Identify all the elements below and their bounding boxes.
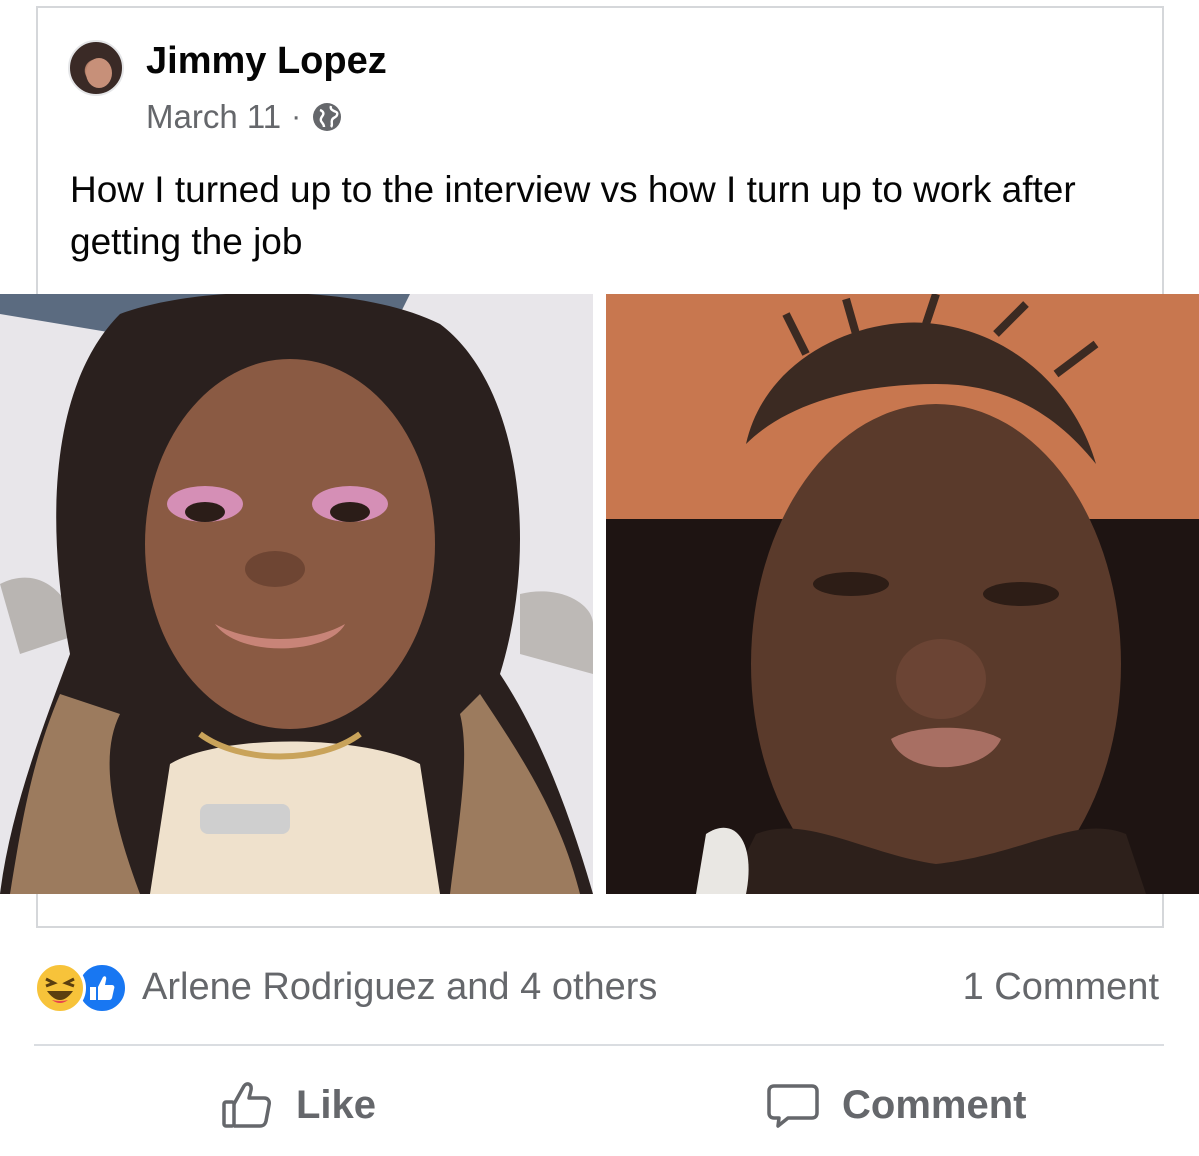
post-caption: How I turned up to the interview vs how … [70,169,1076,262]
post-author[interactable]: Jimmy Lopez [146,40,387,83]
meta-separator: · [291,100,302,133]
reaction-icons[interactable] [34,962,128,1014]
reactors-text[interactable]: Arlene Rodriguez and 4 others [142,966,657,1009]
like-button[interactable]: Like [220,1070,376,1140]
photo-work[interactable] [606,294,1199,894]
post-date[interactable]: March 11 [146,98,281,136]
comment-bubble-icon [767,1084,819,1128]
thumbs-up-icon [222,1082,271,1128]
globe-icon [313,103,342,131]
comment-label: Comment [842,1082,1027,1127]
photo-interview[interactable] [0,294,593,894]
comment-button[interactable]: Comment [766,1070,1026,1140]
avatar[interactable] [68,40,124,96]
haha-reaction-icon [34,962,86,1014]
post-meta: March 11 · [146,98,343,136]
comment-count[interactable]: 1 Comment [963,966,1159,1009]
action-divider [34,1044,1164,1046]
like-label: Like [296,1082,377,1127]
